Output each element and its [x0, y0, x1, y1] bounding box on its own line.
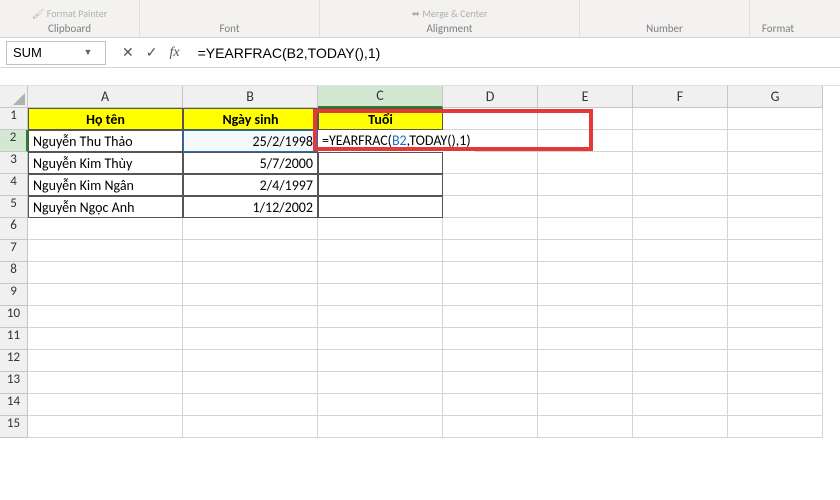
format-painter-icon[interactable]: 🖌 Format Painter: [32, 7, 107, 20]
cell-b4[interactable]: 2/4/1997: [183, 174, 318, 196]
cell-c4[interactable]: [318, 174, 443, 196]
cell-c3[interactable]: [318, 152, 443, 174]
cell-c5[interactable]: [318, 196, 443, 218]
col-header-g[interactable]: G: [728, 86, 823, 108]
select-all-corner[interactable]: [0, 86, 28, 108]
cell-a5[interactable]: Nguyễn Ngọc Anh: [28, 196, 183, 218]
cell-d4[interactable]: [443, 174, 538, 196]
cell-f4[interactable]: [633, 174, 728, 196]
cell-b1[interactable]: Ngày sinh: [183, 108, 318, 130]
name-box-input[interactable]: [7, 45, 79, 60]
row-header-9[interactable]: 9: [0, 284, 28, 306]
cell-g5[interactable]: [728, 196, 823, 218]
row-header-10[interactable]: 10: [0, 306, 28, 328]
cell-g4[interactable]: [728, 174, 823, 196]
row-header-8[interactable]: 8: [0, 262, 28, 284]
cell-e2[interactable]: [538, 130, 633, 152]
cell-e1[interactable]: [538, 108, 633, 130]
col-header-d[interactable]: D: [443, 86, 538, 108]
ribbon-label-clipboard: Clipboard: [48, 22, 91, 35]
cell-e3[interactable]: [538, 152, 633, 174]
cell-formula-overlay: =YEARFRAC(B2,TODAY(),1): [318, 130, 475, 152]
cell-b3[interactable]: 5/7/2000: [183, 152, 318, 174]
cell-c1[interactable]: Tuổi: [318, 108, 443, 130]
formula-bar-row: ▼ ✕ ✓ fx: [0, 38, 840, 68]
cell-b5[interactable]: 1/12/2002: [183, 196, 318, 218]
col-header-b[interactable]: B: [183, 86, 318, 108]
col-header-c[interactable]: C: [318, 86, 443, 108]
row-header-12[interactable]: 12: [0, 350, 28, 372]
ribbon-label-alignment: Alignment: [427, 22, 473, 35]
ribbon-group-font: Font: [140, 0, 320, 37]
cell-d3[interactable]: [443, 152, 538, 174]
row-header-11[interactable]: 11: [0, 328, 28, 350]
cell-f3[interactable]: [633, 152, 728, 174]
cell-d1[interactable]: [443, 108, 538, 130]
ribbon-label-font: Font: [219, 22, 239, 35]
col-header-f[interactable]: F: [633, 86, 728, 108]
ribbon-group-number: Number: [580, 0, 750, 37]
row-header-14[interactable]: 14: [0, 394, 28, 416]
cell-f1[interactable]: [633, 108, 728, 130]
row-header-4[interactable]: 4: [0, 174, 28, 196]
col-header-e[interactable]: E: [538, 86, 633, 108]
row-header-6[interactable]: 6: [0, 218, 28, 240]
fx-icon[interactable]: fx: [169, 45, 179, 61]
formula-input[interactable]: [190, 41, 840, 65]
row-header-15[interactable]: 15: [0, 416, 28, 438]
row-header-5[interactable]: 5: [0, 196, 28, 218]
row-header-3[interactable]: 3: [0, 152, 28, 174]
cell-a3[interactable]: Nguyễn Kim Thùy: [28, 152, 183, 174]
row-header-13[interactable]: 13: [0, 372, 28, 394]
cell-f5[interactable]: [633, 196, 728, 218]
name-box[interactable]: ▼: [6, 41, 106, 65]
cell-g3[interactable]: [728, 152, 823, 174]
enter-icon[interactable]: ✓: [146, 44, 158, 61]
cell-a2[interactable]: Nguyễn Thu Thảo: [28, 130, 183, 152]
row-header-2[interactable]: 2: [0, 130, 28, 152]
ribbon-label-number: Number: [646, 22, 683, 35]
cell-e5[interactable]: [538, 196, 633, 218]
col-header-a[interactable]: A: [28, 86, 183, 108]
ribbon-group-format: Format: [750, 0, 820, 37]
cell-e4[interactable]: [538, 174, 633, 196]
cell-d5[interactable]: [443, 196, 538, 218]
merge-center-icon[interactable]: ⬌ Merge & Center: [412, 7, 488, 20]
cell-a1[interactable]: Họ tên: [28, 108, 183, 130]
cell-g2[interactable]: [728, 130, 823, 152]
cell-c2-editing[interactable]: =YEARFRAC(B2,TODAY(),1): [318, 130, 443, 152]
ribbon-group-clipboard: 🖌 Format Painter Clipboard: [0, 0, 140, 37]
cancel-icon[interactable]: ✕: [122, 44, 134, 61]
formula-bar-expand[interactable]: [0, 68, 840, 86]
ribbon-group-alignment: ⬌ Merge & Center Alignment: [320, 0, 580, 37]
spreadsheet-grid[interactable]: 1 Họ tên Ngày sinh Tuổi 2 Nguyễn Thu Thả…: [0, 108, 823, 438]
row-header-7[interactable]: 7: [0, 240, 28, 262]
cell-a4[interactable]: Nguyễn Kim Ngân: [28, 174, 183, 196]
cell-b2[interactable]: 25/2/1998: [183, 130, 318, 152]
cell-g1[interactable]: [728, 108, 823, 130]
row-header-1[interactable]: 1: [0, 108, 28, 130]
chevron-down-icon[interactable]: ▼: [79, 47, 97, 58]
ribbon: 🖌 Format Painter Clipboard Font ⬌ Merge …: [0, 0, 840, 38]
column-headers: A B C D E F G: [28, 86, 823, 108]
ribbon-label-format: Format: [762, 22, 794, 35]
cell-f2[interactable]: [633, 130, 728, 152]
